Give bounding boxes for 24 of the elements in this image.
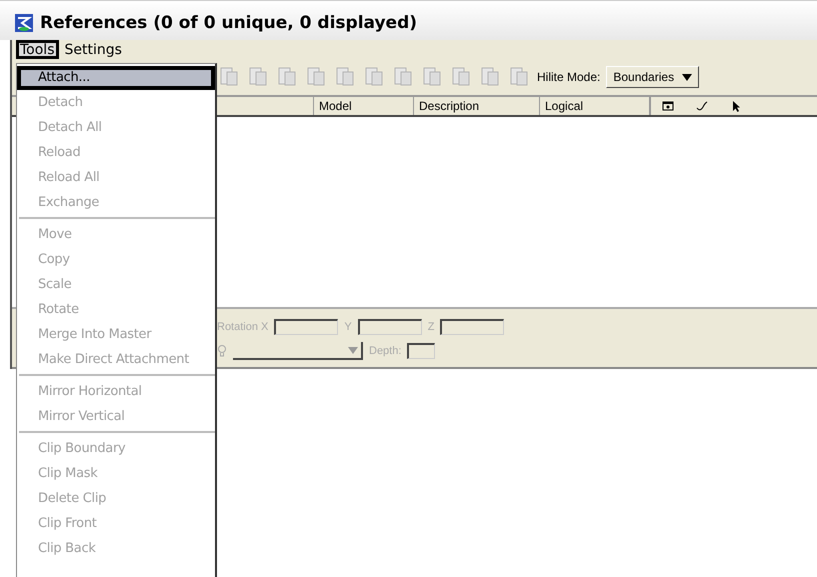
menu-bar-item[interactable]: Settings: [60, 40, 126, 59]
depth-label: Depth:: [369, 345, 402, 357]
dropdown-arrow-icon: [682, 74, 692, 80]
rotation-y-field[interactable]: [358, 319, 422, 335]
squiggle-column-icon[interactable]: [695, 99, 709, 113]
hilite-mode-label: Hilite Mode:: [537, 70, 600, 84]
dropdown-arrow-icon: [348, 346, 358, 354]
rotation-label: Rotation X: [217, 321, 268, 333]
z-label: Z: [428, 321, 434, 333]
hilite-mode-dropdown[interactable]: Boundaries: [606, 66, 700, 88]
level-dropdown[interactable]: [233, 342, 363, 360]
rotation-x-field[interactable]: [274, 319, 338, 335]
column-header[interactable]: Logical: [540, 97, 650, 115]
window-title: References (0 of 0 unique, 0 displayed): [40, 12, 418, 32]
column-header[interactable]: Model: [314, 97, 414, 115]
app-logo-icon: [14, 12, 34, 32]
menu-item[interactable]: Attach...: [17, 66, 215, 90]
menu-bar-item[interactable]: Tools: [16, 40, 58, 59]
rotation-z-field[interactable]: [440, 319, 504, 335]
column-header[interactable]: Description: [414, 97, 540, 115]
display-column-icon[interactable]: [661, 99, 675, 113]
depth-field[interactable]: [407, 343, 436, 359]
lightbulb-icon: [217, 344, 227, 358]
y-label: Y: [344, 321, 352, 333]
